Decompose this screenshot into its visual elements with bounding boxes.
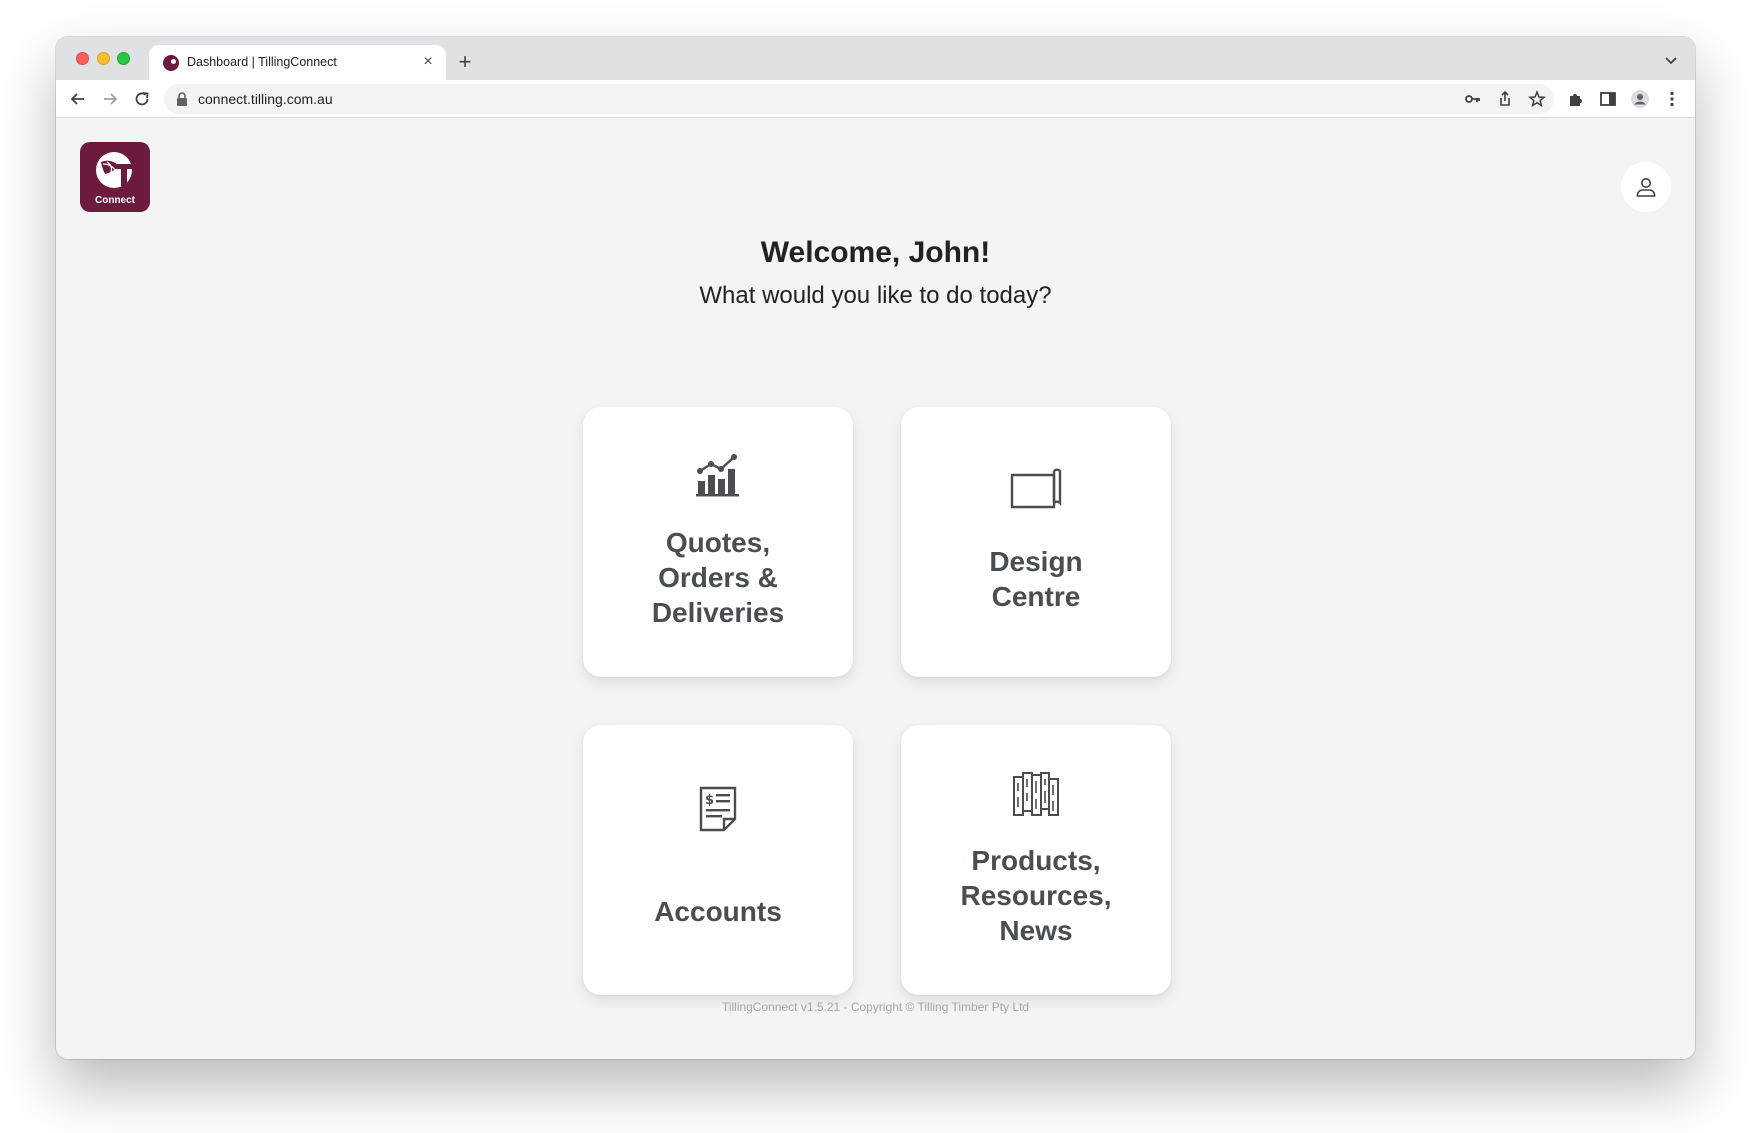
card-label: Quotes, Orders & Deliveries xyxy=(651,527,785,628)
welcome-subtitle: What would you like to do today? xyxy=(699,282,1052,309)
svg-text:$: $ xyxy=(705,793,714,808)
favicon-icon xyxy=(163,55,179,71)
maximize-window-button[interactable] xyxy=(117,52,130,65)
share-icon[interactable] xyxy=(1495,89,1515,109)
minimize-window-button[interactable] xyxy=(97,52,110,65)
logo-mark-icon xyxy=(96,152,133,188)
bookmark-star-icon[interactable] xyxy=(1527,89,1547,109)
forward-arrow-icon[interactable] xyxy=(100,89,120,109)
design-centre-card[interactable]: Design Centre xyxy=(901,407,1171,677)
tab-search-icon[interactable] xyxy=(1661,50,1681,70)
new-tab-icon[interactable]: + xyxy=(451,48,479,76)
user-icon xyxy=(1636,178,1656,197)
extensions-puzzle-icon[interactable] xyxy=(1566,89,1586,109)
url-text: connect.tilling.com.au xyxy=(198,91,333,107)
more-menu-icon[interactable] xyxy=(1662,89,1682,109)
browser-toolbar: connect.tilling.com.au xyxy=(56,80,1695,118)
key-icon[interactable] xyxy=(1463,89,1483,109)
accounts-card[interactable]: $ Accounts xyxy=(583,725,853,995)
logo-text: Connect xyxy=(95,195,135,206)
blueprint-icon xyxy=(1010,468,1062,509)
browser-tab[interactable]: Dashboard | TillingConnect × xyxy=(149,45,446,80)
back-arrow-icon[interactable] xyxy=(68,89,88,109)
card-label: Design Centre xyxy=(989,546,1083,612)
card-label: Products, Resources, News xyxy=(960,845,1112,946)
tilling-connect-logo[interactable]: Connect xyxy=(80,142,150,212)
close-window-button[interactable] xyxy=(76,52,89,65)
tab-strip: Dashboard | TillingConnect × + xyxy=(56,37,1695,80)
tab-close-icon[interactable]: × xyxy=(418,52,438,72)
quotes-orders-deliveries-card[interactable]: Quotes, Orders & Deliveries xyxy=(583,407,853,677)
timber-icon xyxy=(1013,772,1059,816)
dashboard-page: Connect Welcome, John! What would you li… xyxy=(56,119,1695,1059)
invoice-icon: $ xyxy=(699,786,737,832)
card-label: Accounts xyxy=(654,896,782,927)
browser-window: Dashboard | TillingConnect × + connect.t… xyxy=(56,37,1695,1059)
side-panel-icon[interactable] xyxy=(1598,89,1618,109)
products-resources-news-card[interactable]: Products, Resources, News xyxy=(901,725,1171,995)
tab-title: Dashboard | TillingConnect xyxy=(187,55,337,69)
user-profile-button[interactable] xyxy=(1621,162,1671,212)
reload-icon[interactable] xyxy=(132,89,152,109)
lock-icon xyxy=(177,92,187,106)
chart-icon xyxy=(696,454,739,497)
welcome-heading: Welcome, John! xyxy=(760,236,991,269)
profile-avatar-icon[interactable] xyxy=(1630,89,1650,109)
address-bar[interactable]: connect.tilling.com.au xyxy=(164,84,1554,114)
copyright-footer: TillingConnect v1.5.21 - Copyright © Til… xyxy=(721,1000,1030,1014)
